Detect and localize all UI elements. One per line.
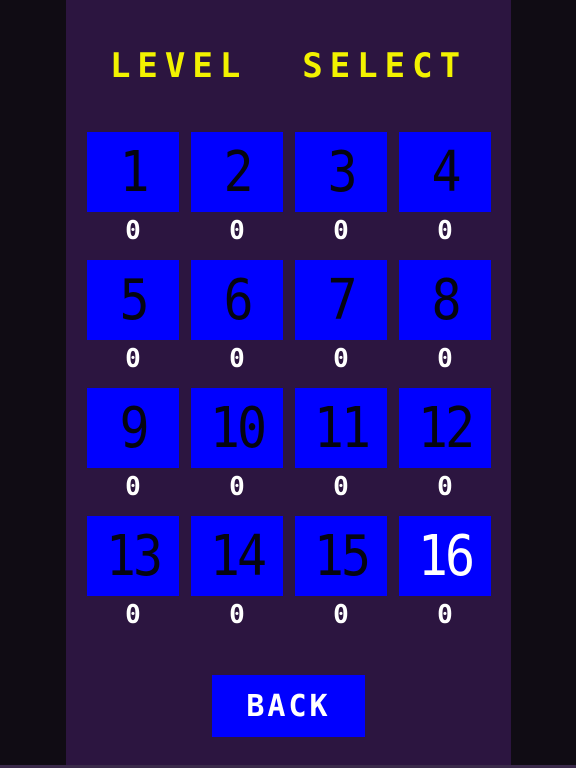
level-number: 8 [431,267,461,333]
level-button-8[interactable]: 8 [399,260,491,340]
level-score: 0 [229,600,245,630]
level-number: 10 [209,395,267,461]
level-score: 0 [333,472,349,502]
level-button-15[interactable]: 15 [295,516,387,596]
level-score: 0 [437,600,453,630]
level-number: 6 [223,267,253,333]
level-8: 8 0 [399,260,491,374]
level-number: 2 [223,139,253,205]
level-7: 7 0 [295,260,387,374]
level-14: 14 0 [191,516,283,630]
level-button-4[interactable]: 4 [399,132,491,212]
level-button-9[interactable]: 9 [87,388,179,468]
level-1: 1 0 [87,132,179,246]
level-11: 11 0 [295,388,387,502]
level-button-3[interactable]: 3 [295,132,387,212]
level-score: 0 [437,344,453,374]
level-16: 16 0 [399,516,491,630]
level-score: 0 [437,216,453,246]
level-number: 12 [417,395,475,461]
level-score: 0 [437,472,453,502]
level-button-1[interactable]: 1 [87,132,179,212]
level-5: 5 0 [87,260,179,374]
level-12: 12 0 [399,388,491,502]
back-button[interactable]: BACK [212,675,365,737]
level-score: 0 [333,216,349,246]
level-button-7[interactable]: 7 [295,260,387,340]
level-select-screen: LEVEL SELECT 1 0 2 0 3 0 4 0 5 0 6 0 7 0 [0,0,576,768]
level-number: 15 [313,523,371,589]
level-score: 0 [333,600,349,630]
level-number: 11 [313,395,371,461]
level-number: 9 [119,395,149,461]
level-score: 0 [229,472,245,502]
level-number: 1 [119,139,149,205]
level-score: 0 [229,216,245,246]
level-button-12[interactable]: 12 [399,388,491,468]
level-grid: 1 0 2 0 3 0 4 0 5 0 6 0 7 0 8 0 9 0 10 0… [87,132,492,630]
back-button-label: BACK [246,688,331,724]
level-number: 7 [327,267,357,333]
level-9: 9 0 [87,388,179,502]
level-button-11[interactable]: 11 [295,388,387,468]
level-6: 6 0 [191,260,283,374]
level-score: 0 [125,472,141,502]
level-2: 2 0 [191,132,283,246]
level-button-5[interactable]: 5 [87,260,179,340]
level-10: 10 0 [191,388,283,502]
level-score: 0 [333,344,349,374]
level-score: 0 [125,600,141,630]
level-number: 3 [327,139,357,205]
level-score: 0 [125,216,141,246]
page-title: LEVEL SELECT [109,46,468,86]
level-number: 5 [119,267,149,333]
level-number: 13 [105,523,163,589]
level-score: 0 [229,344,245,374]
level-button-10[interactable]: 10 [191,388,283,468]
level-3: 3 0 [295,132,387,246]
level-button-14[interactable]: 14 [191,516,283,596]
level-score: 0 [125,344,141,374]
level-button-13[interactable]: 13 [87,516,179,596]
level-button-2[interactable]: 2 [191,132,283,212]
level-button-16[interactable]: 16 [399,516,491,596]
level-15: 15 0 [295,516,387,630]
level-number: 16 [417,523,475,589]
level-4: 4 0 [399,132,491,246]
level-number: 4 [431,139,461,205]
level-button-6[interactable]: 6 [191,260,283,340]
level-13: 13 0 [87,516,179,630]
level-number: 14 [209,523,267,589]
